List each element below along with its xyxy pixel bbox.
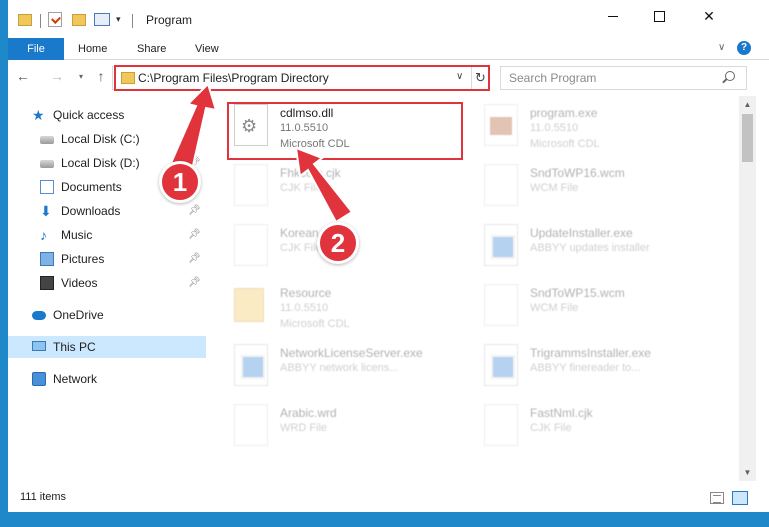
callout-arrow-1 xyxy=(166,82,218,171)
callout-arrows xyxy=(166,82,354,224)
callout-badge-1: 1 xyxy=(159,161,201,203)
callout-badge-2: 2 xyxy=(317,222,359,264)
callout-arrow-2 xyxy=(294,146,354,224)
file-explorer-window: ▾ Program ✕ File Home Share View ∨ ? ← →… xyxy=(8,0,769,512)
